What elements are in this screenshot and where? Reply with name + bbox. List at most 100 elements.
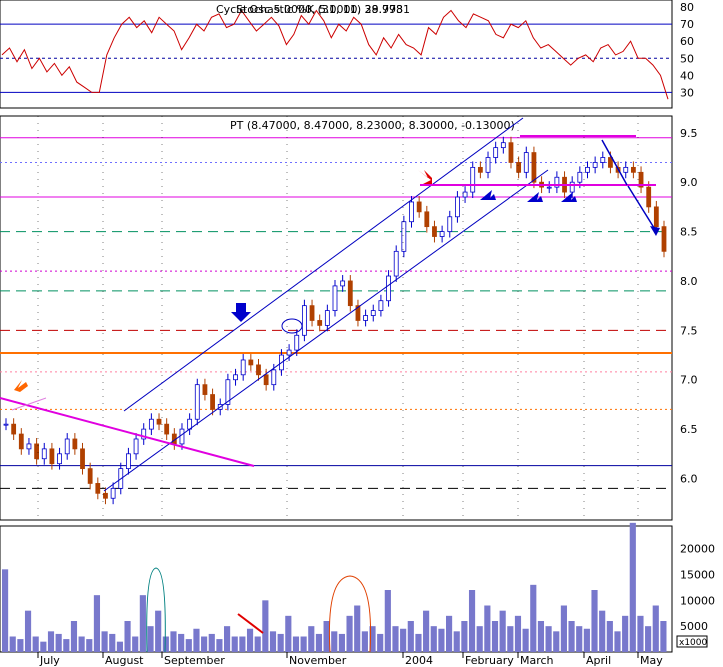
volume-bar — [70, 621, 78, 652]
volume-bar — [17, 639, 24, 652]
cycle-tick-label: 70 — [680, 18, 694, 31]
volume-bar — [162, 636, 169, 652]
annotations — [0, 117, 660, 653]
candle-body — [424, 211, 430, 228]
cycle-tick-label: 30 — [680, 86, 694, 99]
volume-bar — [645, 626, 652, 652]
price-tick-label: 7.0 — [680, 374, 698, 387]
volume-bar — [361, 631, 368, 652]
candle-body — [57, 453, 62, 465]
volume-bar — [400, 628, 407, 652]
volume-bar — [32, 636, 39, 652]
volume-bar — [491, 621, 499, 652]
candle-body — [592, 162, 598, 168]
volume-bar — [315, 633, 323, 652]
volume-bar — [2, 569, 9, 652]
volume-bar — [78, 636, 85, 652]
price-panel-frame — [0, 115, 673, 521]
candle-body — [493, 147, 499, 158]
price-tick-label: 8.5 — [680, 226, 698, 239]
volume-bar — [629, 522, 636, 652]
volume-tick-label: 15000 — [680, 569, 715, 582]
candle-body — [661, 226, 667, 252]
candle-body — [531, 152, 537, 183]
volume-bar — [292, 636, 300, 652]
volume-bar — [614, 631, 621, 652]
volume-bar — [147, 626, 154, 652]
candle-body — [386, 275, 391, 302]
candle-body — [447, 216, 453, 232]
candle-body — [309, 305, 315, 321]
candle-body — [271, 369, 277, 386]
cycle-tick-label: 50 — [680, 52, 694, 65]
candle-body — [164, 423, 170, 435]
volume-bar — [530, 584, 537, 652]
volume-bar — [262, 600, 269, 652]
volume-bar — [553, 631, 560, 652]
volume-bar — [537, 621, 545, 652]
volume-bar — [216, 639, 223, 652]
volume-bar — [461, 621, 468, 652]
channel-upper-line — [123, 117, 524, 412]
volume-tick-label: 10000 — [680, 594, 715, 607]
volume-bar — [377, 633, 384, 652]
volume-bar — [423, 610, 430, 652]
volume-bar — [476, 626, 483, 652]
stock-chart: 30 40 50 60 70 80 6.0 6.5 7.0 7.5 8.0 8.5 9.0 9.5 50… — [0, 0, 715, 667]
volume-bar — [346, 615, 353, 652]
volume-bar — [484, 605, 491, 652]
price-title: PT (8.47000, 8.47000, 8.23000, 8.30000, … — [230, 119, 515, 132]
candle-body — [470, 166, 476, 193]
down-arrow-blue — [231, 303, 251, 322]
candle-body — [477, 166, 483, 173]
volume-bar — [124, 621, 131, 652]
cycle-tick-label: 80 — [680, 1, 694, 14]
volume-bar — [208, 633, 215, 652]
volume-bar — [24, 610, 32, 652]
volume-bar — [323, 621, 330, 652]
candle-body — [126, 453, 131, 470]
candle-body — [194, 384, 200, 420]
x-axis-label: August — [105, 654, 144, 667]
candle-body — [156, 418, 162, 425]
cycle-tick-label: 60 — [680, 35, 694, 48]
x-axis-label: February — [465, 654, 514, 667]
candle-body — [432, 226, 437, 237]
volume-bar — [47, 631, 55, 652]
volume-tick-label: 5000 — [680, 620, 708, 633]
x-axis-label: May — [640, 654, 663, 667]
candle-body — [546, 186, 552, 189]
candle-body — [630, 166, 636, 173]
candle-body — [256, 364, 261, 376]
x-axis-label: 2004 — [405, 654, 433, 667]
volume-bar — [660, 621, 667, 652]
decline-arrow-head — [650, 226, 660, 236]
volume-bar — [468, 590, 476, 652]
volume-bar — [583, 628, 590, 652]
price-tick-label: 7.5 — [680, 324, 698, 337]
down-arrow-red — [418, 170, 432, 184]
x-axis-label: November — [289, 654, 347, 667]
candle-body — [110, 487, 116, 499]
volume-bar — [300, 636, 307, 652]
volume-bar — [652, 605, 659, 652]
candle-body — [18, 433, 24, 450]
candle-body — [332, 285, 338, 311]
price-panel: 6.0 6.5 7.0 7.5 8.0 8.5 9.0 9.5 — [0, 127, 698, 505]
volume-bar — [55, 633, 62, 652]
volume-bar — [239, 636, 246, 652]
volume-unit-label: x1000 — [679, 638, 708, 648]
volume-bar — [430, 626, 437, 652]
volume-bar — [132, 636, 139, 652]
up-arrow-blue-1 — [480, 190, 496, 200]
volume-bar — [384, 590, 391, 652]
candle-body — [585, 166, 590, 173]
volume-bar — [499, 610, 506, 652]
volume-bar — [277, 633, 284, 652]
volume-bar — [93, 595, 101, 652]
decline-arrow-2 — [627, 185, 657, 232]
candle-body — [103, 492, 108, 499]
volume-bar — [155, 610, 162, 652]
candle-body — [370, 310, 376, 316]
candle-body — [202, 384, 208, 395]
